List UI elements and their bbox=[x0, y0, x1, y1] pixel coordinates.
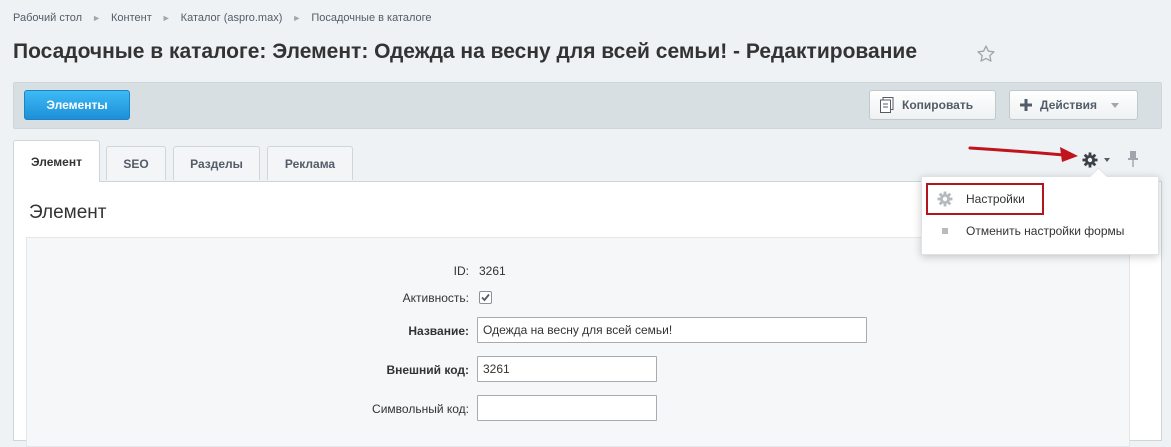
settings-gear-icon bbox=[936, 190, 954, 208]
symbol-code-input[interactable] bbox=[477, 395, 657, 421]
name-input[interactable] bbox=[477, 317, 867, 343]
tab-element[interactable]: Элемент bbox=[13, 140, 100, 182]
chevron-down-icon[interactable] bbox=[1104, 158, 1110, 162]
plus-icon bbox=[1020, 99, 1032, 111]
tab-ads[interactable]: Реклама bbox=[267, 146, 353, 180]
name-label: Название: bbox=[408, 324, 469, 338]
menu-item-reset-form[interactable]: Отменить настройки формы bbox=[926, 215, 1156, 247]
copy-button[interactable]: Копировать bbox=[869, 90, 996, 120]
breadcrumb-item-landing[interactable]: Посадочные в каталоге bbox=[311, 12, 431, 24]
panel-title: Элемент bbox=[29, 202, 107, 223]
id-label: ID: bbox=[453, 264, 469, 278]
breadcrumb-item-content[interactable]: Контент bbox=[111, 12, 152, 24]
chevron-down-icon bbox=[1111, 102, 1120, 108]
breadcrumb-separator-icon: ► bbox=[292, 13, 302, 23]
settings-dropdown: Настройки Отменить настройки формы bbox=[921, 176, 1159, 255]
form-area: ID: 3261 Активность: Название: Внешний к… bbox=[26, 237, 1130, 447]
elements-button[interactable]: Элементы bbox=[24, 90, 130, 120]
page-title: Посадочные в каталоге: Элемент: Одежда н… bbox=[13, 40, 917, 63]
actions-button[interactable]: Действия bbox=[1009, 90, 1138, 120]
star-icon[interactable] bbox=[976, 44, 996, 64]
menu-item-settings[interactable]: Настройки bbox=[926, 183, 1044, 215]
breadcrumb-item-catalog[interactable]: Каталог (aspro.max) bbox=[181, 12, 283, 24]
active-label: Активность: bbox=[402, 291, 469, 305]
ext-code-label: Внешний код: bbox=[386, 363, 469, 377]
gear-icon[interactable] bbox=[1082, 152, 1098, 168]
ext-code-input[interactable] bbox=[477, 356, 657, 382]
breadcrumb-separator-icon: ► bbox=[161, 13, 171, 23]
menu-item-reset-label: Отменить настройки формы bbox=[966, 224, 1125, 238]
bullet-icon bbox=[936, 222, 954, 240]
tab-seo[interactable]: SEO bbox=[106, 146, 166, 180]
annotation-arrow-icon bbox=[968, 146, 1078, 162]
breadcrumb: Рабочий стол ► Контент ► Каталог (aspro.max)… bbox=[13, 12, 432, 24]
menu-item-settings-label: Настройки bbox=[966, 192, 1025, 206]
actions-button-label: Действия bbox=[1040, 98, 1098, 112]
elements-button-label: Элементы bbox=[46, 98, 108, 112]
copy-icon bbox=[880, 97, 894, 113]
symbol-code-label: Символьный код: bbox=[372, 402, 469, 416]
checkmark-icon bbox=[481, 293, 490, 302]
pin-icon[interactable] bbox=[1126, 150, 1140, 168]
copy-button-label: Копировать bbox=[902, 98, 974, 112]
breadcrumb-item-desktop[interactable]: Рабочий стол bbox=[13, 12, 82, 24]
id-value: 3261 bbox=[479, 264, 506, 278]
toolbar: Элементы Копировать Действия bbox=[13, 82, 1162, 129]
tab-sections[interactable]: Разделы bbox=[173, 146, 260, 180]
active-checkbox[interactable] bbox=[479, 291, 492, 304]
breadcrumb-separator-icon: ► bbox=[92, 13, 101, 23]
